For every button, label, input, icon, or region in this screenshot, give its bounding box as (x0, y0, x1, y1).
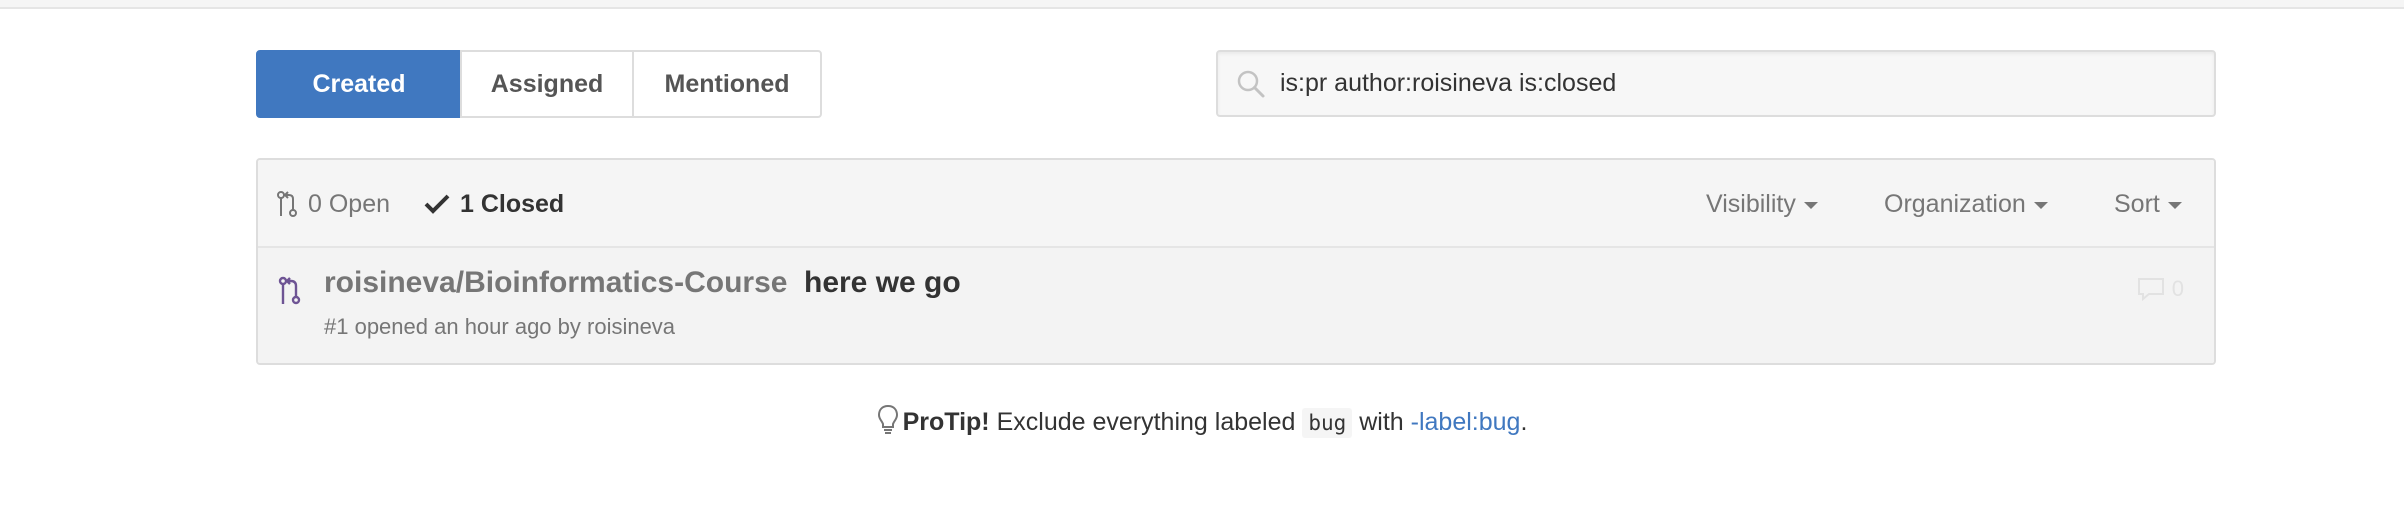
visibility-label: Visibility (1706, 189, 1796, 218)
repo-link[interactable]: roisineva/Bioinformatics-Course (324, 266, 787, 300)
open-count-label: 0 Open (308, 189, 391, 218)
tab-mentioned[interactable]: Mentioned (632, 50, 822, 118)
search-icon (1237, 70, 1265, 98)
visibility-dropdown[interactable]: Visibility (1706, 160, 1818, 248)
lightbulb-icon (877, 404, 898, 434)
sort-dropdown[interactable]: Sort (2114, 160, 2182, 248)
pull-request-meta: #1 opened an hour ago by roisineva (324, 314, 676, 339)
sort-label: Sort (2114, 189, 2160, 218)
pull-requests-box: 0 Open 1 Closed Visibility Organization … (256, 158, 2216, 365)
protip: ProTip! Exclude everything labeled bug w… (0, 404, 2404, 438)
protip-text: Exclude everything labeled (989, 408, 1303, 436)
chevron-down-icon (2167, 202, 2182, 209)
subnav-tabs: Created Assigned Mentioned (256, 50, 822, 118)
tab-created[interactable]: Created (256, 50, 462, 118)
open-filter[interactable]: 0 Open (276, 160, 390, 248)
comment-count: 0 (2171, 276, 2184, 301)
protip-code: bug (1302, 408, 1353, 438)
closed-filter[interactable]: 1 Closed (424, 160, 564, 248)
closed-count-label: 1 Closed (460, 189, 565, 218)
comment-icon (2137, 278, 2164, 302)
chevron-down-icon (1803, 202, 1818, 209)
list-item: roisineva/Bioinformatics-Course here we … (258, 248, 2214, 363)
protip-label: ProTip! (902, 408, 990, 436)
check-icon (424, 194, 450, 214)
comments-link[interactable]: 0 (2136, 276, 2184, 302)
pull-request-title[interactable]: here we go (804, 266, 961, 300)
organization-label: Organization (1884, 189, 2026, 218)
organization-dropdown[interactable]: Organization (1884, 160, 2048, 248)
protip-link[interactable]: -label:bug (1411, 408, 1521, 436)
tab-assigned[interactable]: Assigned (460, 50, 634, 118)
protip-text-end: . (1520, 408, 1528, 436)
issues-search (1216, 50, 2216, 117)
box-header: 0 Open 1 Closed Visibility Organization … (258, 160, 2214, 248)
top-divider (0, 0, 2404, 9)
protip-text-middle: with (1352, 408, 1411, 436)
chevron-down-icon (2033, 202, 2048, 209)
pull-request-closed-icon (278, 276, 301, 305)
search-input[interactable] (1280, 52, 2200, 115)
pull-request-icon (277, 191, 297, 217)
